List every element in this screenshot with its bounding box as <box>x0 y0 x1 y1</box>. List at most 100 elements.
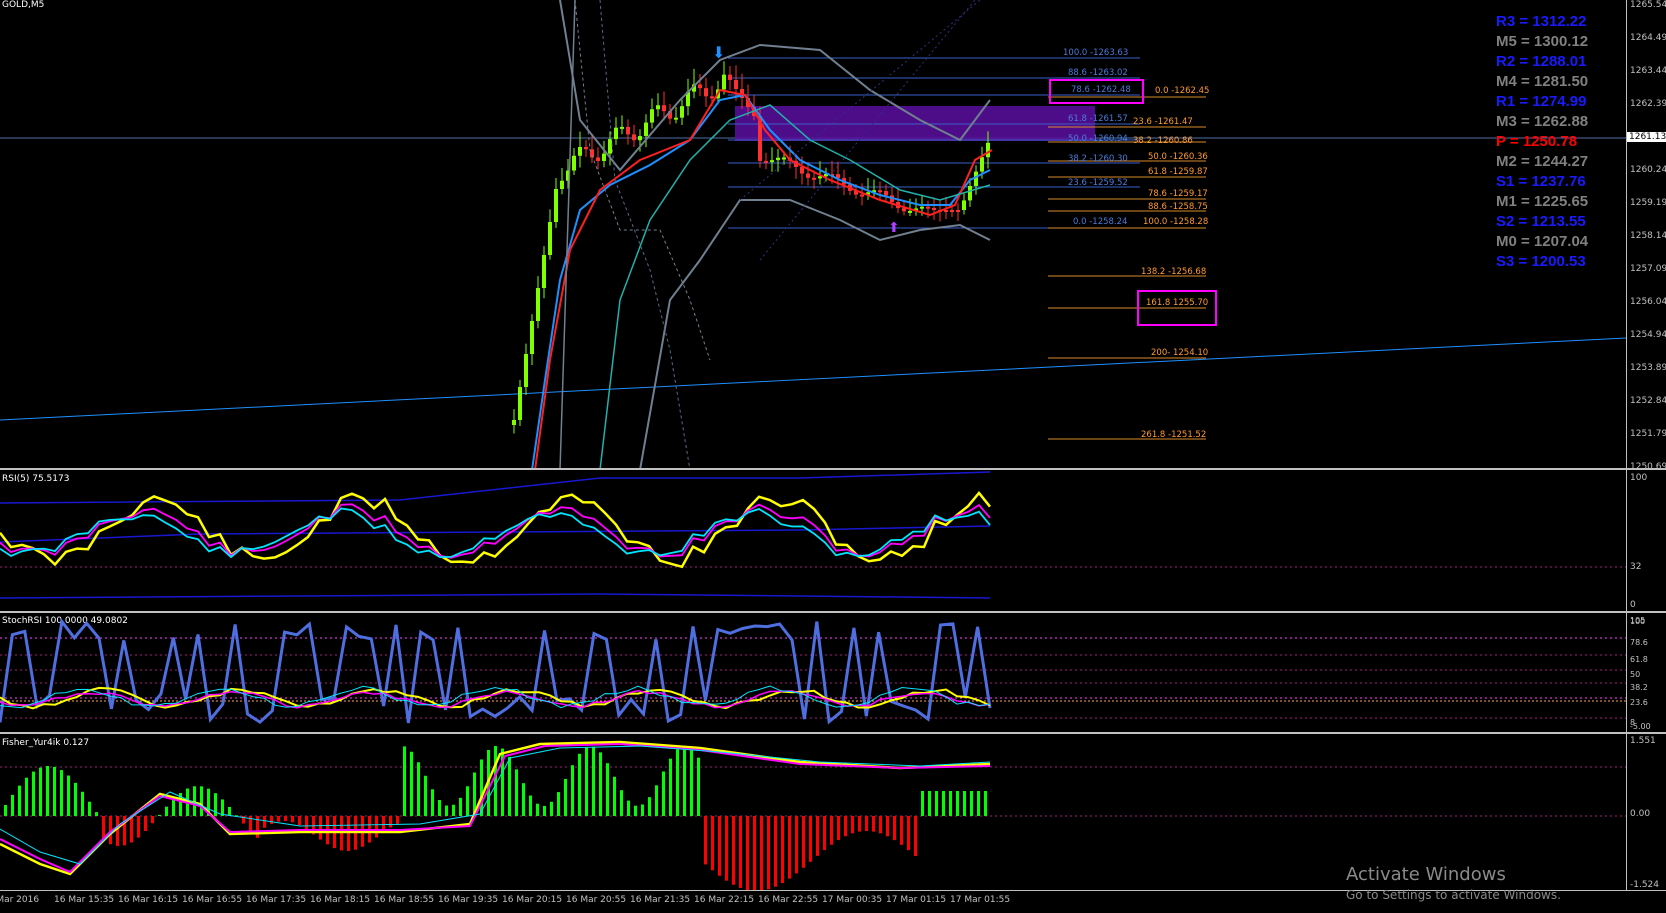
fisher-histogram-bar <box>270 816 273 824</box>
fib-blue-label: 38.2 -1260.30 <box>1068 154 1128 164</box>
fisher-histogram-bar <box>158 814 161 816</box>
candle-body <box>782 157 786 160</box>
price-axis-label: 1251.79 <box>1630 429 1666 439</box>
stochrsi-axis-label: -5.00 <box>1630 722 1651 731</box>
fisher-histogram-bar <box>711 816 714 871</box>
candle-body <box>944 210 948 212</box>
fisher-histogram-bar <box>886 816 889 837</box>
pivot-level-label: R1 = 1274.99 <box>1496 93 1587 110</box>
fisher-histogram-bar <box>60 770 63 816</box>
pivot-level-label: M5 = 1300.12 <box>1496 33 1589 50</box>
fisher-histogram-bar <box>837 816 840 841</box>
rsi-pane[interactable]: RSI(5) 75.5173 <box>0 470 1626 612</box>
fisher-histogram-bar <box>95 812 98 816</box>
fisher-histogram-bar <box>788 816 791 879</box>
fisher-histogram-bar <box>865 816 868 832</box>
fisher-histogram-bar <box>277 816 280 822</box>
fisher-axis-label: 1.551 <box>1630 736 1656 746</box>
fisher-histogram-bar <box>949 791 952 816</box>
fisher-histogram-bar <box>263 816 266 828</box>
fisher-histogram-bar <box>662 771 665 816</box>
rsi-axis-label: 0 <box>1630 600 1636 610</box>
activate-windows-title: Activate Windows <box>1346 864 1506 885</box>
fisher-histogram-bar <box>410 751 413 816</box>
time-axis-label: 17 Mar 01:55 <box>950 895 1011 905</box>
trend-line <box>0 337 1626 421</box>
fisher-histogram-bar <box>319 816 322 840</box>
candle-body <box>644 122 648 137</box>
fisher-histogram-bar <box>172 799 175 816</box>
fisher-histogram-bar <box>907 816 910 851</box>
candle-body <box>860 194 864 197</box>
candle-body <box>968 186 972 201</box>
candle-body <box>662 105 666 112</box>
pivot-level-label: S2 = 1213.55 <box>1496 213 1586 230</box>
fisher-histogram-bar <box>823 816 826 851</box>
up-arrow-icon: ⬆ <box>888 220 900 236</box>
fisher-histogram-bar <box>46 766 49 816</box>
fisher-histogram-bar <box>977 791 980 816</box>
fisher-histogram-bar <box>39 767 42 816</box>
fisher-histogram-bar <box>578 753 581 816</box>
fisher-histogram-bar <box>81 791 84 816</box>
time-axis-label: 16 Mar 20:55 <box>566 895 627 905</box>
fisher-histogram-bar <box>746 816 749 890</box>
current-price-tag: 1261.13 <box>1627 132 1666 142</box>
fisher-histogram-bar <box>774 816 777 887</box>
band-dotted <box>574 0 711 361</box>
candle-body <box>536 288 540 321</box>
candle-body <box>920 206 924 209</box>
stochrsi-axis-label: 50 <box>1630 670 1641 679</box>
fisher-histogram-bar <box>305 816 308 830</box>
candle-body <box>722 74 726 90</box>
fisher-histogram-bar <box>74 782 77 816</box>
time-axis-label: 17 Mar 01:15 <box>886 895 947 905</box>
fib-blue-label: 100.0 -1263.63 <box>1063 48 1129 58</box>
candle-body <box>548 222 552 255</box>
time-axis-label: 16 Mar 18:55 <box>374 895 435 905</box>
fisher-histogram-bar <box>403 746 406 816</box>
fisher-histogram-bar <box>116 816 119 846</box>
fisher-histogram-bar <box>298 816 301 826</box>
stochrsi-pane[interactable]: StochRSI 100.0000 49.0802 <box>0 613 1626 733</box>
fisher-histogram-bar <box>844 816 847 837</box>
fib-orange-label: 38.2 -1260.86 <box>1133 136 1193 146</box>
fisher-histogram-bar <box>564 778 567 816</box>
candle-body <box>578 147 582 156</box>
fisher-histogram-bar <box>536 803 539 816</box>
fisher-histogram-bar <box>900 816 903 845</box>
fisher-histogram-bar <box>942 791 945 816</box>
time-axis-label: 16 Mar 2016 <box>0 895 40 905</box>
pivot-level-label: M1 = 1225.65 <box>1496 193 1589 210</box>
time-axis-label: 16 Mar 21:35 <box>630 895 691 905</box>
time-axis-label: 16 Mar 19:35 <box>438 895 499 905</box>
time-axis-label: 17 Mar 00:35 <box>822 895 883 905</box>
fisher-histogram-bar <box>732 816 735 885</box>
stochrsi-axis-label: 23.6 <box>1630 698 1648 707</box>
pivot-level-label: S1 = 1237.76 <box>1496 173 1586 190</box>
fisher-histogram-bar <box>725 816 728 881</box>
fib-blue-label: 61.8 -1261.57 <box>1068 114 1128 124</box>
candle-body <box>884 191 888 196</box>
pivot-level-label: P = 1250.78 <box>1496 133 1578 150</box>
fisher-histogram-bar <box>529 795 532 816</box>
fisher-histogram-bar <box>956 791 959 816</box>
candle-body <box>596 157 600 161</box>
fisher-histogram-bar <box>914 816 917 856</box>
price-chart-pane[interactable]: GOLD,M5 ⬇ ⬆ 100.0 -1263.63 88.6 -1263.02 … <box>0 0 1626 470</box>
rsi-svg <box>0 471 1626 599</box>
candle-body <box>956 210 960 212</box>
candle-body <box>602 153 606 161</box>
fisher-histogram-bar <box>739 816 742 888</box>
price-chart-svg: ⬇⬆ <box>0 0 1626 470</box>
fisher-histogram-bar <box>592 746 595 816</box>
fisher-histogram-bar <box>18 785 21 816</box>
candle-body <box>512 420 516 425</box>
fisher-histogram-bar <box>466 786 469 816</box>
candle-body <box>950 210 954 212</box>
fisher-histogram-bar <box>753 816 756 890</box>
pivot-level-label: M0 = 1207.04 <box>1496 233 1589 250</box>
fisher-histogram-bar <box>11 794 14 816</box>
fisher-histogram-bar <box>88 801 91 816</box>
fisher-histogram-bar <box>718 816 721 876</box>
